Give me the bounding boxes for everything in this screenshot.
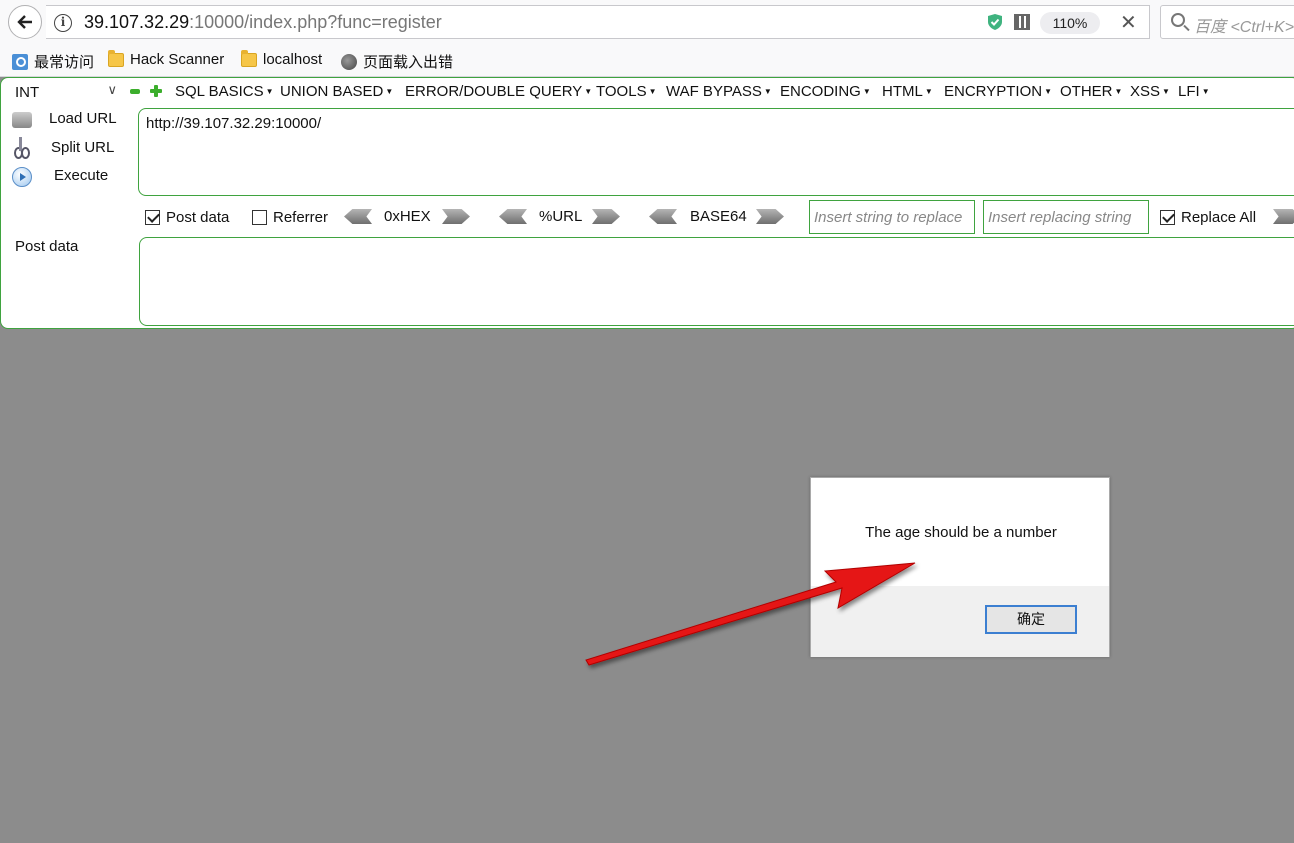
alert-dialog: The age should be a number 确定 — [810, 477, 1110, 657]
menu-lfi[interactable]: LFI ▼ — [1178, 83, 1210, 100]
replace-all-checkbox[interactable]: Replace All — [1160, 209, 1256, 226]
folder-icon — [241, 49, 257, 67]
referrer-checkbox[interactable]: Referrer — [252, 209, 328, 226]
menu-waf-bypass[interactable]: WAF BYPASS ▼ — [666, 83, 772, 100]
increase-icon[interactable] — [150, 85, 162, 97]
checkbox-checked-icon — [1160, 210, 1175, 225]
url-encode-arrow-icon[interactable] — [592, 209, 620, 224]
search-field[interactable]: 百度 <Ctrl+K> — [1160, 5, 1294, 39]
menu-xss[interactable]: XSS ▼ — [1130, 83, 1170, 100]
base64-decode-arrow-icon[interactable] — [649, 209, 677, 224]
alert-message: The age should be a number — [865, 524, 1057, 541]
hex-decode-arrow-icon[interactable] — [344, 209, 372, 224]
zoom-level-badge[interactable]: 110% — [1040, 12, 1100, 34]
info-icon[interactable]: i — [54, 14, 72, 32]
execute-play-icon — [12, 167, 32, 187]
replacing-string-input[interactable]: Insert replacing string — [983, 200, 1149, 234]
checkbox-checked-icon — [145, 210, 160, 225]
chevron-down-icon: ∨ — [107, 82, 117, 97]
hackbar-panel: INT ∨ SQL BASICS ▼ UNION BASED ▼ ERROR/DOU… — [0, 77, 1294, 329]
load-url-button[interactable]: Load URL — [49, 110, 117, 127]
shield-icon[interactable] — [987, 13, 1003, 31]
search-placeholder: 百度 <Ctrl+K> — [1194, 19, 1294, 36]
menu-encryption[interactable]: ENCRYPTION ▼ — [944, 83, 1052, 100]
base64-label: BASE64 — [690, 208, 747, 225]
address-text: 39.107.32.29:10000/index.php?func=regist… — [84, 12, 442, 32]
search-icon — [1171, 13, 1185, 27]
menu-sql-basics[interactable]: SQL BASICS ▼ — [175, 83, 274, 100]
hex-encode-arrow-icon[interactable] — [442, 209, 470, 224]
menu-union-based[interactable]: UNION BASED ▼ — [280, 83, 393, 100]
bookmark-localhost[interactable]: localhost — [241, 49, 322, 68]
post-data-label: Post data — [15, 238, 79, 255]
bookmark-page-load-error[interactable]: 页面载入出错 — [341, 51, 453, 72]
bookmark-hack-scanner[interactable]: Hack Scanner — [108, 49, 224, 68]
hex-label: 0xHEX — [384, 208, 431, 225]
url-textarea[interactable]: http://39.107.32.29:10000/ — [138, 108, 1294, 196]
bookmark-most-visited[interactable]: 最常访问 — [12, 51, 94, 72]
globe-icon — [341, 53, 357, 70]
bookmarks-bar: 最常访问 Hack Scanner localhost 页面载入出错 — [0, 44, 1294, 77]
menu-error-double-query[interactable]: ERROR/DOUBLE QUERY ▼ — [405, 83, 592, 100]
back-button[interactable] — [8, 5, 42, 39]
alert-footer: 确定 — [811, 586, 1109, 657]
menu-other[interactable]: OTHER ▼ — [1060, 83, 1122, 100]
post-data-textarea[interactable] — [139, 237, 1294, 326]
checkbox-unchecked-icon — [252, 210, 267, 225]
stop-close-icon[interactable]: ✕ — [1120, 10, 1137, 35]
back-arrow-icon — [17, 15, 32, 29]
post-data-checkbox[interactable]: Post data — [145, 209, 229, 226]
base64-encode-arrow-icon[interactable] — [756, 209, 784, 224]
url-decode-arrow-icon[interactable] — [499, 209, 527, 224]
url-bar: i 39.107.32.29:10000/index.php?func=regi… — [0, 0, 1294, 44]
menu-tools[interactable]: TOOLS ▼ — [596, 83, 657, 100]
replace-run-arrow-icon[interactable] — [1273, 209, 1294, 224]
folder-icon — [108, 49, 124, 67]
load-url-icon — [12, 112, 32, 128]
most-visited-icon — [12, 53, 28, 70]
menu-html[interactable]: HTML ▼ — [882, 83, 933, 100]
url-label: %URL — [539, 208, 583, 225]
ok-button[interactable]: 确定 — [985, 605, 1077, 634]
execute-button[interactable]: Execute — [54, 167, 108, 184]
injection-type-select[interactable]: INT ∨ — [9, 80, 121, 104]
split-url-button[interactable]: Split URL — [51, 139, 114, 156]
address-field[interactable]: i 39.107.32.29:10000/index.php?func=regi… — [46, 5, 1150, 39]
scissors-icon — [14, 137, 30, 159]
menu-encoding[interactable]: ENCODING ▼ — [780, 83, 871, 100]
replace-string-input[interactable]: Insert string to replace — [809, 200, 975, 234]
decrease-icon[interactable] — [130, 89, 140, 94]
qr-code-icon[interactable] — [1014, 14, 1030, 30]
